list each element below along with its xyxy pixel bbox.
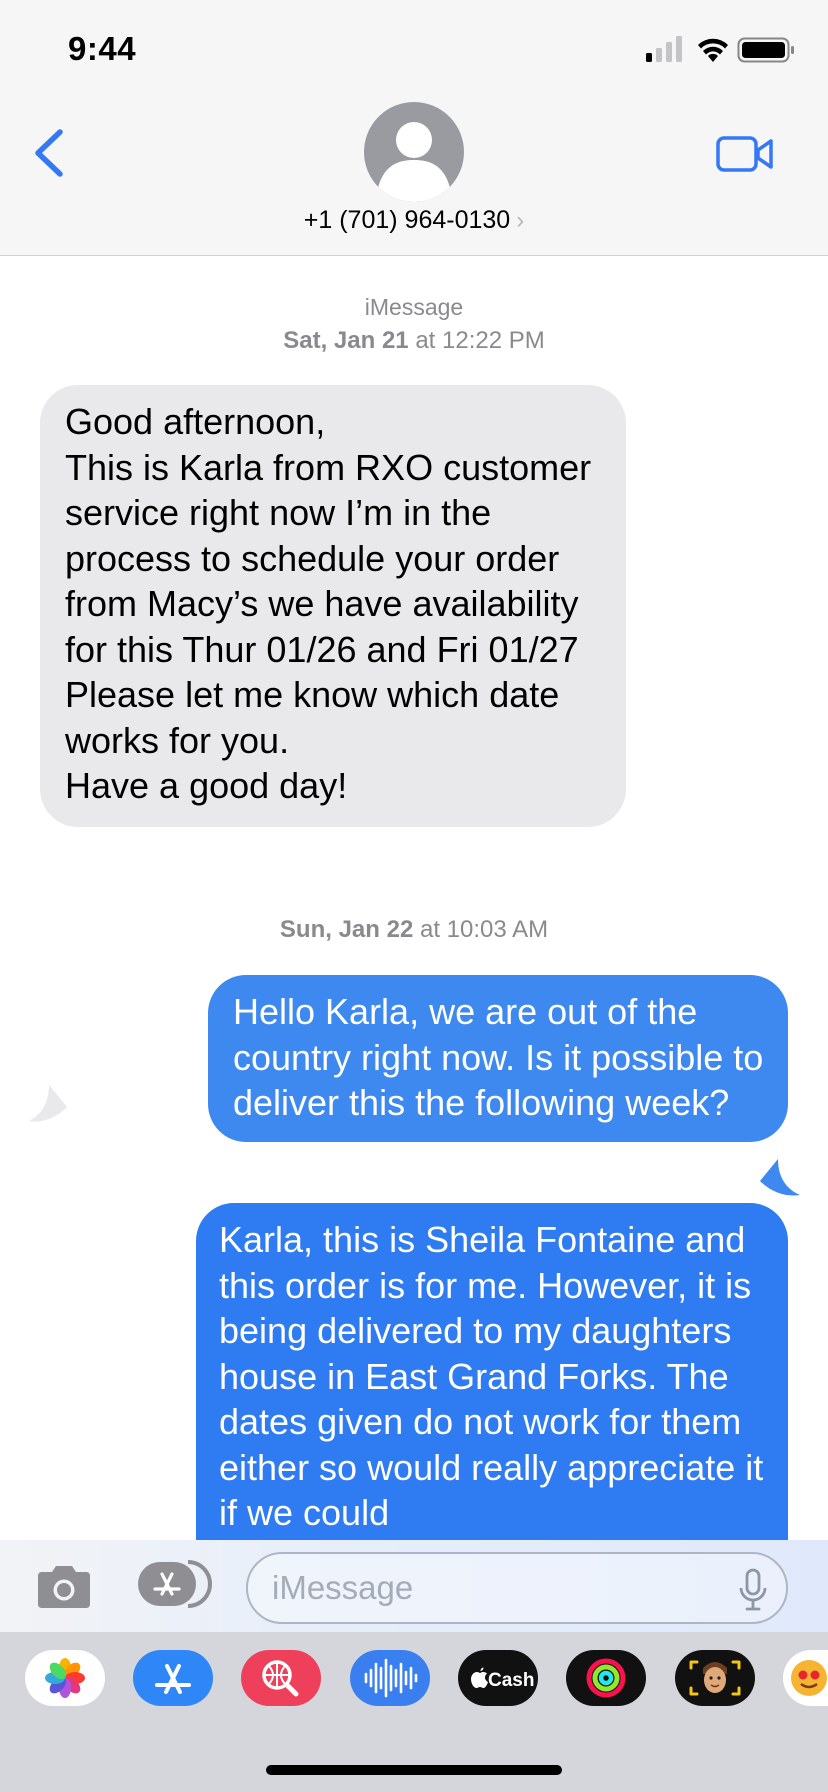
- contact-number: +1 (701) 964-0130: [303, 206, 511, 234]
- cellular-signal-icon: [646, 36, 682, 62]
- message-input[interactable]: [246, 1552, 788, 1624]
- conversation-header: 9:44 +1 (701) 964-0130 ›: [0, 0, 828, 256]
- activity-app-icon[interactable]: [566, 1650, 646, 1706]
- apps-button[interactable]: [138, 1560, 214, 1608]
- cash-label: Cash: [488, 1670, 534, 1691]
- battery-icon: [737, 37, 794, 63]
- magnifier-globe-icon: [262, 1660, 299, 1697]
- timestamp: Sat, Jan 21 at 12:22 PM: [0, 327, 828, 355]
- timestamp-day: Sun, Jan 22: [279, 916, 414, 943]
- service-label: iMessage: [364, 294, 464, 320]
- app-store-icon: [155, 1664, 191, 1694]
- status-icons: [646, 36, 794, 63]
- back-button[interactable]: [30, 126, 70, 180]
- apple-cash-app-icon[interactable]: Cash: [458, 1650, 538, 1706]
- emoji-stickers-icon: [791, 1660, 827, 1696]
- message-thread[interactable]: iMessage Sat, Jan 21 at 12:22 PM Good af…: [0, 257, 828, 1540]
- app-drawer: Cash: [0, 1632, 828, 1792]
- outgoing-message-bubble[interactable]: Hello Karla, we are out of the country r…: [208, 975, 788, 1142]
- bubble-tail: [29, 1085, 67, 1122]
- photos-app-icon[interactable]: [25, 1650, 105, 1706]
- timestamp-time: at 10:03 AM: [419, 916, 549, 943]
- audio-message-app-icon[interactable]: [350, 1650, 430, 1706]
- image-search-app-icon[interactable]: [241, 1650, 321, 1706]
- memoji-face-icon: [689, 1660, 741, 1696]
- contact-name-button[interactable]: +1 (701) 964-0130 ›: [0, 206, 828, 235]
- microphone-icon[interactable]: [738, 1568, 768, 1612]
- camera-button[interactable]: [34, 1564, 94, 1610]
- home-indicator[interactable]: [266, 1765, 562, 1775]
- contact-avatar[interactable]: [364, 102, 464, 202]
- waveform-icon: [364, 1658, 418, 1698]
- activity-rings-icon: [586, 1658, 626, 1698]
- person-icon: [378, 122, 450, 202]
- animoji-app-icon[interactable]: [783, 1650, 828, 1706]
- bubble-tail: [760, 1159, 800, 1196]
- wifi-icon: [698, 38, 728, 62]
- apple-logo-icon: Cash: [471, 1667, 534, 1691]
- outgoing-message-bubble[interactable]: Karla, this is Sheila Fontaine and this …: [196, 1203, 788, 1540]
- photos-icon: [45, 1658, 85, 1698]
- compose-bar: [0, 1540, 828, 1632]
- chevron-right-icon: ›: [516, 207, 525, 234]
- facetime-video-button[interactable]: [716, 134, 774, 174]
- timestamp-time: at 12:22 PM: [415, 327, 545, 354]
- app-store-app-icon[interactable]: [133, 1650, 213, 1706]
- message-text-field[interactable]: [272, 1564, 712, 1612]
- timestamp: Sun, Jan 22 at 10:03 AM: [0, 916, 828, 944]
- memoji-app-icon[interactable]: [675, 1650, 755, 1706]
- timestamp-day: Sat, Jan 21: [283, 327, 409, 354]
- incoming-message-bubble[interactable]: Good afternoon, This is Karla from RXO c…: [40, 385, 626, 827]
- status-time: 9:44: [68, 30, 137, 67]
